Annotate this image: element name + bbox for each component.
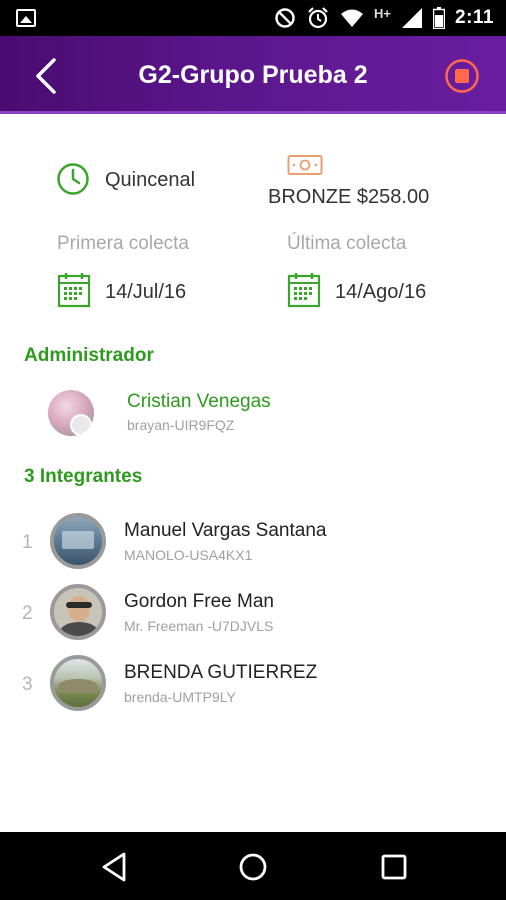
- recents-nav-icon[interactable]: [377, 850, 411, 884]
- wifi-icon: [341, 9, 364, 27]
- member-name: Gordon Free Man: [124, 591, 274, 612]
- calendar-icon: [57, 273, 91, 308]
- navigation-bar: [0, 832, 506, 900]
- member-name: BRENDA GUTIERREZ: [124, 662, 318, 683]
- member-number: 1: [22, 532, 33, 553]
- battery-icon: [433, 7, 446, 29]
- avatar: [50, 513, 106, 569]
- avatar: [48, 390, 94, 436]
- avatar: [50, 655, 106, 711]
- list-item[interactable]: 1 Manuel Vargas Santana MANOLO-USA4KX1: [0, 510, 506, 574]
- home-nav-icon[interactable]: [236, 850, 270, 884]
- avatar: [50, 584, 106, 640]
- image-notification-icon: [16, 9, 36, 27]
- frequency-value: Quincenal: [105, 169, 196, 191]
- admin-name: Cristian Venegas: [127, 391, 271, 412]
- stop-icon[interactable]: [444, 58, 480, 94]
- plan-value: BRONZE $258.00: [268, 186, 430, 208]
- app-bar: G2-Grupo Prueba 2: [0, 36, 506, 114]
- member-username: MANOLO-USA4KX1: [124, 547, 253, 563]
- first-collect-date: 14/Jul/16: [105, 281, 187, 303]
- admin-section-title: Administrador: [24, 345, 154, 366]
- calendar-icon: [287, 273, 321, 308]
- back-arrow-icon[interactable]: [30, 56, 66, 96]
- member-number: 3: [22, 674, 33, 695]
- page-title: G2-Grupo Prueba 2: [138, 61, 368, 89]
- clock: 2:11: [455, 7, 494, 28]
- alarm-icon: [308, 7, 328, 29]
- member-name: Manuel Vargas Santana: [124, 520, 327, 541]
- list-item[interactable]: 2 Gordon Free Man Mr. Freeman -U7DJVLS: [0, 581, 506, 645]
- list-item[interactable]: 3 BRENDA GUTIERREZ brenda-UMTP9LY: [0, 652, 506, 716]
- back-nav-icon[interactable]: [98, 850, 132, 884]
- do-not-disturb-icon: [275, 8, 295, 28]
- last-collect-date: 14/Ago/16: [335, 281, 427, 303]
- cash-icon: [287, 155, 323, 175]
- member-username: brenda-UMTP9LY: [124, 689, 236, 705]
- network-type: H+: [374, 5, 392, 21]
- member-username: Mr. Freeman -U7DJVLS: [124, 618, 274, 634]
- last-collect-label: Última colecta: [287, 233, 407, 254]
- first-collect-label: Primera colecta: [57, 233, 189, 254]
- status-bar: H+ 2:11: [0, 0, 506, 36]
- signal-icon: [402, 8, 423, 28]
- members-section-title: 3 Integrantes: [24, 466, 143, 487]
- admin-row[interactable]: Cristian Venegas brayan-UIR9FQZ: [0, 380, 506, 448]
- clock-icon: [57, 163, 89, 195]
- admin-username: brayan-UIR9FQZ: [127, 417, 235, 433]
- member-number: 2: [22, 603, 33, 624]
